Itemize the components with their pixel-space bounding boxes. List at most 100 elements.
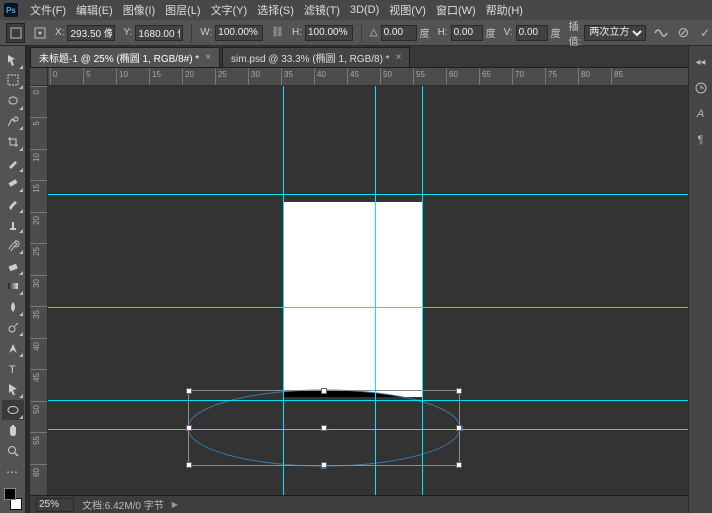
transform-handle[interactable] bbox=[186, 425, 192, 431]
optbar-sep bbox=[191, 24, 192, 42]
crop-tool[interactable] bbox=[2, 132, 24, 152]
pen-tool[interactable] bbox=[2, 338, 24, 358]
document-tab[interactable]: sim.psd @ 33.3% (椭圆 1, RGB/8) * × bbox=[222, 47, 410, 67]
menu-edit[interactable]: 编辑(E) bbox=[72, 0, 117, 20]
expand-panel-icon[interactable]: ◂◂ bbox=[693, 54, 709, 70]
character-panel-icon[interactable]: A bbox=[693, 106, 709, 122]
guide-h[interactable] bbox=[48, 194, 688, 195]
ruler-tick: 60 bbox=[446, 68, 479, 85]
ruler-tick: 75 bbox=[545, 68, 578, 85]
reference-point-icon[interactable] bbox=[33, 25, 47, 41]
shape-tool[interactable] bbox=[2, 400, 24, 420]
ruler-tick: 10 bbox=[116, 68, 149, 85]
interp-select[interactable]: 两次立方 bbox=[584, 25, 646, 41]
shear-h-label: H: bbox=[438, 27, 448, 38]
dodge-tool[interactable] bbox=[2, 318, 24, 338]
transform-handle[interactable] bbox=[321, 388, 327, 394]
doc-info-menu-icon[interactable]: ▶ bbox=[172, 500, 178, 509]
path-select-tool[interactable] bbox=[2, 380, 24, 400]
transform-handle[interactable] bbox=[186, 462, 192, 468]
shear-h-field[interactable] bbox=[451, 25, 483, 41]
document-tab[interactable]: 未标题-1 @ 25% (椭圆 1, RGB/8#) * × bbox=[30, 47, 220, 67]
menu-select[interactable]: 选择(S) bbox=[253, 0, 298, 20]
ruler-tick: 40 bbox=[30, 338, 47, 369]
h-field[interactable] bbox=[305, 25, 353, 41]
x-field[interactable] bbox=[67, 25, 115, 41]
transform-handle[interactable] bbox=[186, 388, 192, 394]
ruler-vertical[interactable]: 051015202530354045505560 bbox=[30, 86, 48, 495]
move-tool[interactable] bbox=[2, 50, 24, 70]
menu-help[interactable]: 帮助(H) bbox=[482, 0, 527, 20]
ruler-tick: 50 bbox=[30, 401, 47, 432]
menu-layer[interactable]: 图层(L) bbox=[161, 0, 204, 20]
tab-label: 未标题-1 @ 25% (椭圆 1, RGB/8#) * bbox=[39, 50, 199, 65]
menu-type[interactable]: 文字(Y) bbox=[207, 0, 252, 20]
ruler-tick: 30 bbox=[30, 275, 47, 306]
lasso-tool[interactable] bbox=[2, 91, 24, 111]
canvas[interactable]: 0510152025303540455055606570758085 05101… bbox=[30, 68, 688, 495]
transform-handle[interactable] bbox=[456, 425, 462, 431]
angle-field[interactable] bbox=[381, 25, 417, 41]
menu-file[interactable]: 文件(F) bbox=[26, 0, 70, 20]
close-icon[interactable]: × bbox=[396, 52, 402, 63]
canvas-viewport[interactable] bbox=[48, 86, 688, 495]
marquee-tool[interactable] bbox=[2, 71, 24, 91]
ruler-tick: 5 bbox=[83, 68, 116, 85]
edit-toolbar-icon[interactable]: ⋯ bbox=[2, 462, 24, 482]
shear-unit: 度 bbox=[486, 25, 496, 40]
menu-view[interactable]: 视图(V) bbox=[385, 0, 430, 20]
healing-tool[interactable] bbox=[2, 174, 24, 194]
ruler-tick: 60 bbox=[30, 464, 47, 495]
ruler-tick: 25 bbox=[215, 68, 248, 85]
type-tool[interactable]: T bbox=[2, 359, 24, 379]
ruler-tick: 55 bbox=[413, 68, 446, 85]
hand-tool[interactable] bbox=[2, 421, 24, 441]
history-brush-tool[interactable] bbox=[2, 235, 24, 255]
ruler-tick: 15 bbox=[149, 68, 182, 85]
close-icon[interactable]: × bbox=[205, 52, 211, 63]
menu-filter[interactable]: 滤镜(T) bbox=[300, 0, 344, 20]
ruler-tick: 65 bbox=[479, 68, 512, 85]
link-wh-icon[interactable]: ⛓ bbox=[271, 27, 284, 38]
menu-image[interactable]: 图像(I) bbox=[119, 0, 159, 20]
history-panel-icon[interactable] bbox=[693, 80, 709, 96]
reference-point-icon[interactable] bbox=[321, 425, 327, 431]
document-area: 未标题-1 @ 25% (椭圆 1, RGB/8#) * × sim.psd @… bbox=[30, 46, 688, 513]
transform-handle[interactable] bbox=[456, 388, 462, 394]
ruler-tick: 55 bbox=[30, 432, 47, 463]
zoom-field[interactable] bbox=[36, 498, 74, 512]
ruler-tick: 85 bbox=[611, 68, 644, 85]
cancel-transform-icon[interactable]: ⊘ bbox=[676, 25, 690, 41]
ruler-tick: 15 bbox=[30, 180, 47, 211]
w-field[interactable] bbox=[215, 25, 263, 41]
blur-tool[interactable] bbox=[2, 297, 24, 317]
stamp-tool[interactable] bbox=[2, 215, 24, 235]
foreground-color-swatch[interactable] bbox=[4, 488, 16, 500]
menu-3d[interactable]: 3D(D) bbox=[346, 2, 383, 18]
menu-window[interactable]: 窗口(W) bbox=[432, 0, 480, 20]
app-badge: Ps bbox=[4, 3, 18, 17]
eyedropper-tool[interactable] bbox=[2, 153, 24, 173]
transform-handle[interactable] bbox=[321, 462, 327, 468]
gradient-tool[interactable] bbox=[2, 277, 24, 297]
fg-bg-color[interactable] bbox=[2, 486, 24, 511]
transform-handle[interactable] bbox=[456, 462, 462, 468]
ruler-horizontal[interactable]: 0510152025303540455055606570758085 bbox=[48, 68, 688, 86]
commit-transform-icon[interactable]: ✓ bbox=[698, 25, 712, 41]
y-field[interactable] bbox=[135, 25, 183, 41]
quick-select-tool[interactable] bbox=[2, 112, 24, 132]
tool-preset-picker[interactable] bbox=[6, 23, 25, 43]
eraser-tool[interactable] bbox=[2, 256, 24, 276]
ruler-origin[interactable] bbox=[30, 68, 48, 86]
warp-mode-icon[interactable] bbox=[654, 25, 668, 41]
ruler-tick: 50 bbox=[380, 68, 413, 85]
guide-h[interactable] bbox=[48, 307, 688, 308]
y-label: Y: bbox=[123, 27, 132, 38]
paragraph-panel-icon[interactable]: ¶ bbox=[693, 132, 709, 148]
ruler-tick: 35 bbox=[30, 306, 47, 337]
shear-v-field[interactable] bbox=[516, 25, 548, 41]
brush-tool[interactable] bbox=[2, 194, 24, 214]
tab-label: sim.psd @ 33.3% (椭圆 1, RGB/8) * bbox=[231, 50, 390, 65]
free-transform-bounds[interactable] bbox=[188, 390, 460, 466]
zoom-tool[interactable] bbox=[2, 441, 24, 461]
